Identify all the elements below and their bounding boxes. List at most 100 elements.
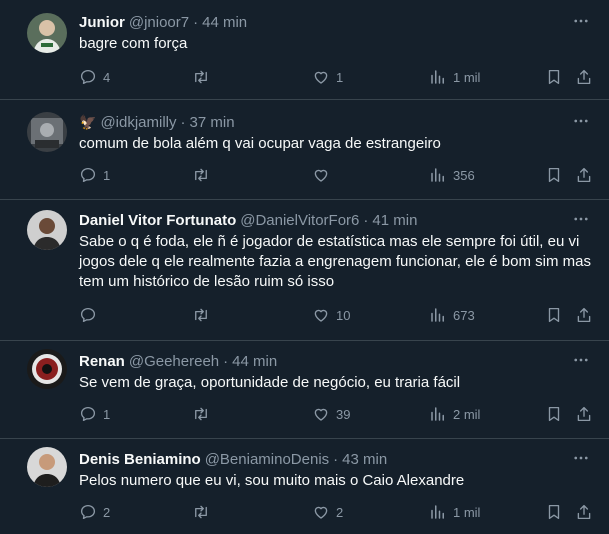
- views-icon: [429, 306, 447, 324]
- heart-icon: [312, 68, 330, 86]
- avatar[interactable]: [27, 112, 67, 152]
- views-icon: [429, 166, 447, 184]
- views-button[interactable]: 673: [429, 305, 475, 325]
- timestamp[interactable]: 37 min: [190, 114, 235, 131]
- reply-button[interactable]: 4: [79, 67, 110, 87]
- action-bar: 10 673: [79, 305, 593, 325]
- share-icon: [575, 166, 593, 184]
- action-bar: 2 2 1 mil: [79, 502, 593, 522]
- separator: ·: [363, 211, 369, 229]
- tweet-header: Denis Beniamino @BeniaminoDenis · 43 min: [79, 448, 593, 470]
- tweet[interactable]: Renan @Geehereeh · 44 min Se vem de graç…: [0, 341, 609, 439]
- timestamp[interactable]: 44 min: [202, 14, 247, 31]
- share-button[interactable]: [575, 404, 593, 424]
- more-icon[interactable]: [571, 209, 591, 229]
- user-handle[interactable]: @Geehereeh: [129, 353, 219, 370]
- bookmark-icon: [545, 68, 563, 86]
- display-name[interactable]: Renan: [79, 353, 125, 370]
- reply-count: 1: [103, 406, 111, 422]
- tweet[interactable]: 🦅 @idkjamilly · 37 min comum de bola alé…: [0, 100, 609, 200]
- retweet-icon: [192, 405, 210, 423]
- eagle-emoji: 🦅: [79, 113, 97, 130]
- user-handle[interactable]: @jnioor7: [129, 14, 189, 31]
- more-icon[interactable]: [571, 350, 591, 370]
- tweet-header: Daniel Vitor Fortunato @DanielVitorFor6 …: [79, 209, 593, 231]
- retweet-icon: [192, 68, 210, 86]
- tweet-text: Se vem de graça, oportunidade de negócio…: [79, 374, 461, 391]
- display-name[interactable]: Junior: [79, 14, 125, 31]
- retweet-icon: [192, 166, 210, 184]
- reply-icon: [79, 306, 97, 324]
- more-icon[interactable]: [571, 448, 591, 468]
- tweet[interactable]: Daniel Vitor Fortunato @DanielVitorFor6 …: [0, 200, 609, 341]
- like-button[interactable]: 2: [312, 502, 343, 522]
- tweet[interactable]: Junior @jnioor7 · 44 min bagre com força…: [0, 0, 609, 100]
- user-handle[interactable]: @idkjamilly: [100, 114, 176, 131]
- reply-feed: Junior @jnioor7 · 44 min bagre com força…: [0, 0, 609, 534]
- avatar[interactable]: [27, 349, 67, 389]
- share-icon: [575, 405, 593, 423]
- bookmark-button[interactable]: [545, 305, 563, 325]
- separator: ·: [180, 113, 186, 131]
- heart-icon: [312, 405, 330, 423]
- more-icon[interactable]: [571, 11, 591, 31]
- tweet[interactable]: Denis Beniamino @BeniaminoDenis · 43 min…: [0, 439, 609, 534]
- timestamp[interactable]: 41 min: [372, 212, 417, 229]
- timestamp[interactable]: 43 min: [342, 451, 387, 468]
- display-name[interactable]: Denis Beniamino: [79, 451, 201, 468]
- reply-button[interactable]: 1: [79, 165, 110, 185]
- reply-count: 2: [103, 504, 111, 520]
- views-button[interactable]: 1 mil: [429, 502, 480, 522]
- retweet-button[interactable]: [192, 67, 216, 87]
- heart-icon: [312, 503, 330, 521]
- like-button[interactable]: 10: [312, 305, 350, 325]
- tweet-header: Renan @Geehereeh · 44 min: [79, 350, 593, 372]
- separator: ·: [223, 352, 229, 370]
- views-icon: [429, 503, 447, 521]
- view-count: 1 mil: [453, 69, 481, 85]
- bookmark-button[interactable]: [545, 67, 563, 87]
- avatar[interactable]: [27, 210, 67, 250]
- share-icon: [575, 306, 593, 324]
- tweet-text: comum de bola além q vai ocupar vaga de …: [79, 135, 441, 152]
- retweet-icon: [192, 306, 210, 324]
- like-count: 1: [336, 69, 344, 85]
- display-name[interactable]: Daniel Vitor Fortunato: [79, 212, 236, 229]
- bookmark-icon: [545, 166, 563, 184]
- view-count: 673: [453, 307, 475, 323]
- share-button[interactable]: [575, 502, 593, 522]
- share-button[interactable]: [575, 67, 593, 87]
- retweet-button[interactable]: [192, 305, 216, 325]
- views-button[interactable]: 1 mil: [429, 67, 480, 87]
- user-handle[interactable]: @DanielVitorFor6: [240, 212, 359, 229]
- more-icon[interactable]: [571, 111, 591, 131]
- like-count: 10: [336, 307, 351, 323]
- reply-button[interactable]: 2: [79, 502, 110, 522]
- bookmark-button[interactable]: [545, 404, 563, 424]
- reply-button[interactable]: [79, 305, 103, 325]
- views-button[interactable]: 2 mil: [429, 404, 480, 424]
- reply-button[interactable]: 1: [79, 404, 110, 424]
- view-count: 1 mil: [453, 504, 481, 520]
- retweet-button[interactable]: [192, 404, 216, 424]
- like-button[interactable]: 39: [312, 404, 350, 424]
- retweet-button[interactable]: [192, 165, 216, 185]
- avatar[interactable]: [27, 447, 67, 487]
- share-button[interactable]: [575, 165, 593, 185]
- timestamp[interactable]: 44 min: [232, 353, 277, 370]
- action-bar: 1 356: [79, 165, 593, 185]
- view-count: 356: [453, 167, 475, 183]
- share-icon: [575, 503, 593, 521]
- share-button[interactable]: [575, 305, 593, 325]
- tweet-text: Sabe o q é foda, ele ñ é jogador de esta…: [79, 233, 591, 290]
- user-handle[interactable]: @BeniaminoDenis: [205, 451, 329, 468]
- retweet-button[interactable]: [192, 502, 216, 522]
- views-button[interactable]: 356: [429, 165, 475, 185]
- like-button[interactable]: [312, 165, 336, 185]
- reply-icon: [79, 166, 97, 184]
- like-button[interactable]: 1: [312, 67, 343, 87]
- avatar[interactable]: [27, 13, 67, 53]
- bookmark-button[interactable]: [545, 502, 563, 522]
- views-icon: [429, 405, 447, 423]
- bookmark-button[interactable]: [545, 165, 563, 185]
